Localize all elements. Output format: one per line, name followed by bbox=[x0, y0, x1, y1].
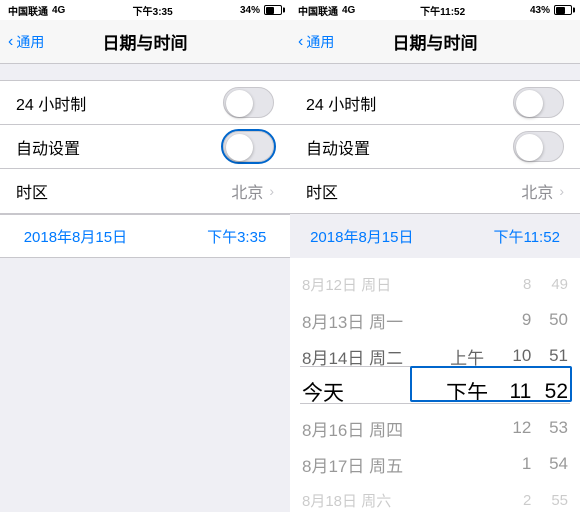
picker-rows: 8月12日 周日8498月13日 周一9508月14日 周二上午1051今天下午… bbox=[290, 258, 580, 512]
picker-row-0[interactable]: 8月12日 周日 849 bbox=[290, 266, 580, 302]
time-display-left: 下午3:35 bbox=[207, 226, 266, 247]
value-timezone-left: 北京 bbox=[231, 179, 263, 203]
toggle-thumb-autoset-right bbox=[516, 134, 543, 161]
status-bar-right: 中国联通 4G 下午11:52 43% bbox=[290, 0, 580, 20]
row-timezone-right[interactable]: 时区 北京 › bbox=[290, 169, 580, 213]
picker-row-2[interactable]: 8月14日 周二上午1051 bbox=[290, 338, 580, 374]
time-display-right: 下午11:52 bbox=[493, 226, 559, 247]
picker-min-0: 49 bbox=[531, 276, 568, 293]
left-phone-screen: 中国联通 4G 下午3:35 34% ‹ 通用 日期与时间 24 小时制 自动设 bbox=[0, 0, 290, 512]
picker-hour-2: 10 bbox=[495, 346, 532, 366]
picker-row-4[interactable]: 8月16日 周四 1253 bbox=[290, 410, 580, 446]
picker-area-right[interactable]: 8月12日 周日8498月13日 周一9508月14日 周二上午1051今天下午… bbox=[290, 258, 580, 512]
battery-fill-left bbox=[266, 7, 274, 14]
chevron-left-icon-right: ‹ bbox=[298, 33, 303, 51]
picker-line-top bbox=[300, 366, 570, 367]
nav-bar-right: ‹ 通用 日期与时间 bbox=[290, 20, 580, 64]
row-autoset-left[interactable]: 自动设置 bbox=[0, 125, 290, 169]
label-timezone-right: 时区 bbox=[306, 179, 521, 203]
carrier-right: 中国联通 bbox=[298, 3, 338, 18]
date-display-left: 2018年8月15日 bbox=[24, 226, 127, 247]
picker-ampm-2: 上午 bbox=[440, 344, 495, 369]
picker-date-2: 8月14日 周二 bbox=[302, 344, 440, 369]
carrier-left: 中国联通 bbox=[8, 3, 48, 18]
row-24h-left[interactable]: 24 小时制 bbox=[0, 81, 290, 125]
picker-min-2: 51 bbox=[531, 346, 568, 366]
picker-line-bottom bbox=[300, 403, 570, 404]
toggle-autoset-left[interactable] bbox=[223, 131, 274, 162]
settings-group-right: 24 小时制 自动设置 时区 北京 › bbox=[290, 80, 580, 214]
nav-bar-left: ‹ 通用 日期与时间 bbox=[0, 20, 290, 64]
toggle-autoset-right[interactable] bbox=[513, 131, 564, 162]
chevron-right-icon-right: › bbox=[559, 183, 564, 199]
picker-min-3: 52 bbox=[531, 380, 568, 404]
picker-min-5: 54 bbox=[531, 454, 568, 474]
datetime-row-left: 2018年8月15日 下午3:35 bbox=[0, 214, 290, 258]
value-timezone-right: 北京 bbox=[521, 179, 553, 203]
toggle-thumb-24h-left bbox=[226, 90, 253, 117]
battery-fill-right bbox=[556, 7, 565, 14]
picker-row-5[interactable]: 8月17日 周五 154 bbox=[290, 446, 580, 482]
picker-hour-6: 2 bbox=[495, 492, 532, 509]
network-left: 4G bbox=[52, 5, 65, 16]
picker-date-6: 8月18日 周六 bbox=[302, 490, 440, 511]
network-right: 4G bbox=[342, 5, 355, 16]
battery-right: 43% bbox=[530, 5, 550, 16]
picker-min-4: 53 bbox=[531, 418, 568, 438]
battery-icon-left bbox=[264, 5, 282, 15]
nav-title-right: 日期与时间 bbox=[393, 29, 478, 54]
picker-hour-3: 11 bbox=[495, 380, 532, 404]
chevron-right-icon-left: › bbox=[269, 183, 274, 199]
right-phone-screen: 中国联通 4G 下午11:52 43% ‹ 通用 日期与时间 24 小时制 自动… bbox=[290, 0, 580, 512]
row-autoset-right[interactable]: 自动设置 bbox=[290, 125, 580, 169]
back-label-right: 通用 bbox=[306, 32, 334, 52]
toggle-24h-right[interactable] bbox=[513, 87, 564, 118]
nav-title-left: 日期与时间 bbox=[103, 29, 188, 54]
picker-row-6[interactable]: 8月18日 周六 255 bbox=[290, 482, 580, 512]
label-24h-left: 24 小时制 bbox=[16, 91, 223, 115]
settings-group-left: 24 小时制 自动设置 时区 北京 › bbox=[0, 80, 290, 214]
picker-hour-1: 9 bbox=[495, 310, 532, 330]
battery-icon-right bbox=[554, 5, 572, 15]
picker-hour-4: 12 bbox=[495, 418, 532, 438]
datetime-row-right: 2018年8月15日 下午11:52 bbox=[290, 214, 580, 258]
back-label-left: 通用 bbox=[16, 32, 44, 52]
picker-min-6: 55 bbox=[531, 492, 568, 509]
picker-min-1: 50 bbox=[531, 310, 568, 330]
date-display-right: 2018年8月15日 bbox=[310, 226, 413, 247]
time-right: 下午11:52 bbox=[420, 3, 465, 18]
label-autoset-left: 自动设置 bbox=[16, 135, 223, 159]
picker-container: 8月12日 周日8498月13日 周一9508月14日 周二上午1051今天下午… bbox=[290, 258, 580, 512]
toggle-24h-left[interactable] bbox=[223, 87, 274, 118]
label-autoset-right: 自动设置 bbox=[306, 135, 513, 159]
picker-date-1: 8月13日 周一 bbox=[302, 308, 440, 333]
picker-date-4: 8月16日 周四 bbox=[302, 416, 440, 441]
label-timezone-left: 时区 bbox=[16, 179, 231, 203]
label-24h-right: 24 小时制 bbox=[306, 91, 513, 115]
picker-hour-0: 8 bbox=[495, 276, 532, 293]
picker-row-1[interactable]: 8月13日 周一 950 bbox=[290, 302, 580, 338]
time-left: 下午3:35 bbox=[133, 3, 173, 18]
status-bar-left: 中国联通 4G 下午3:35 34% bbox=[0, 0, 290, 20]
row-timezone-left[interactable]: 时区 北京 › bbox=[0, 169, 290, 213]
back-button-left[interactable]: ‹ 通用 bbox=[8, 32, 44, 52]
row-24h-right[interactable]: 24 小时制 bbox=[290, 81, 580, 125]
back-button-right[interactable]: ‹ 通用 bbox=[298, 32, 334, 52]
picker-hour-5: 1 bbox=[495, 454, 532, 474]
toggle-thumb-autoset-left bbox=[226, 134, 253, 161]
picker-date-0: 8月12日 周日 bbox=[302, 274, 440, 295]
picker-row-3[interactable]: 今天下午1152 bbox=[290, 374, 580, 410]
picker-date-5: 8月17日 周五 bbox=[302, 452, 440, 477]
toggle-thumb-24h-right bbox=[516, 90, 543, 117]
battery-left: 34% bbox=[240, 5, 260, 16]
chevron-left-icon: ‹ bbox=[8, 33, 13, 51]
